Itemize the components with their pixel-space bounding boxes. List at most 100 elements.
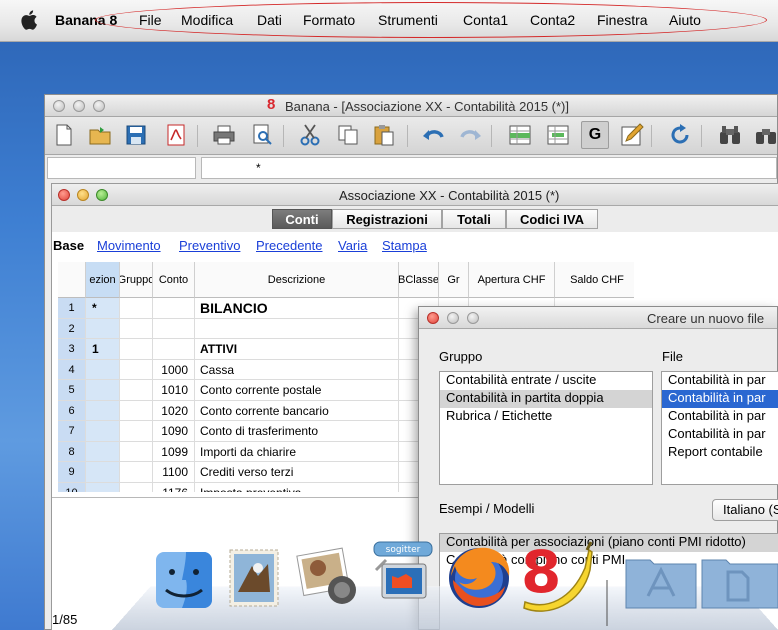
recalculate-icon[interactable]	[667, 122, 693, 148]
cell-desc[interactable]: Importi da chiarire	[195, 441, 399, 462]
view-precedente[interactable]: Precedente	[256, 238, 323, 253]
copy-icon[interactable]	[335, 122, 361, 148]
applications-folder-icon[interactable]	[624, 550, 698, 610]
tab-registrazioni[interactable]: Registrazioni	[332, 209, 442, 229]
column-header-conto[interactable]: Conto	[153, 262, 195, 298]
minimize-button[interactable]	[73, 100, 85, 112]
cell-sez[interactable]	[86, 462, 120, 483]
banana-icon[interactable]: 8	[515, 538, 593, 614]
gruppo-item[interactable]: Contabilità entrate / uscite	[440, 372, 652, 390]
cell-desc[interactable]: Conto corrente postale	[195, 380, 399, 401]
gruppo-list[interactable]: Contabilità entrate / uscite Contabilità…	[439, 371, 653, 485]
cell-sez[interactable]	[86, 441, 120, 462]
cell-gruppo[interactable]	[120, 441, 153, 462]
cell-desc[interactable]: Imposta preventiva	[195, 482, 399, 492]
finder-icon[interactable]	[152, 548, 216, 612]
cell-sez[interactable]: 1	[86, 339, 120, 360]
mail-icon[interactable]	[222, 546, 286, 610]
dialog-minimize-button[interactable]	[447, 312, 459, 324]
edit-pen-icon[interactable]	[619, 122, 645, 148]
file-item-selected[interactable]: Contabilità in par	[662, 390, 778, 408]
file-list[interactable]: Contabilità in par Contabilità in par Co…	[661, 371, 778, 485]
cell-gruppo[interactable]	[120, 462, 153, 483]
redo-icon[interactable]	[457, 122, 483, 148]
delete-row-icon[interactable]	[545, 122, 571, 148]
documents-folder-icon[interactable]	[700, 550, 778, 610]
column-header-descrizione[interactable]: Descrizione	[195, 262, 399, 298]
sogitter-icon[interactable]: sogitter	[368, 540, 440, 612]
pdf-icon[interactable]	[163, 122, 189, 148]
cell-conto[interactable]: 1100	[153, 462, 195, 483]
open-file-icon[interactable]	[87, 122, 113, 148]
dialog-close-button[interactable]	[427, 312, 439, 324]
cell-conto[interactable]: 1010	[153, 380, 195, 401]
doc-close-button[interactable]	[58, 189, 70, 201]
find-binoculars-icon[interactable]	[717, 122, 743, 148]
cell-desc[interactable]: Conto corrente bancario	[195, 400, 399, 421]
cell-conto[interactable]: 1099	[153, 441, 195, 462]
view-varia[interactable]: Varia	[338, 238, 367, 253]
cell-conto[interactable]	[153, 298, 195, 319]
new-file-icon[interactable]	[51, 122, 77, 148]
cell-sez[interactable]	[86, 380, 120, 401]
column-header-sezione[interactable]: ezion	[86, 262, 120, 298]
print-preview-icon[interactable]	[249, 122, 275, 148]
cell-conto[interactable]: 1020	[153, 400, 195, 421]
doc-zoom-button[interactable]	[96, 189, 108, 201]
view-stampa[interactable]: Stampa	[382, 238, 427, 253]
cell-gruppo[interactable]	[120, 298, 153, 319]
find-next-icon[interactable]	[753, 122, 778, 148]
cell-conto[interactable]: 1000	[153, 359, 195, 380]
iphoto-icon[interactable]	[292, 546, 364, 610]
tab-codici-iva[interactable]: Codici IVA	[506, 209, 598, 229]
doc-minimize-button[interactable]	[77, 189, 89, 201]
cell-gruppo[interactable]	[120, 359, 153, 380]
cell-gruppo[interactable]	[120, 482, 153, 492]
tab-conti[interactable]: Conti	[272, 209, 332, 229]
file-item[interactable]: Report contabile	[662, 444, 778, 462]
cell-edit-field[interactable]: *	[201, 157, 777, 179]
language-dropdown[interactable]: Italiano (S	[712, 499, 778, 521]
cell-conto[interactable]	[153, 318, 195, 339]
cell-sez[interactable]: *	[86, 298, 120, 319]
cell-gruppo[interactable]	[120, 380, 153, 401]
firefox-icon[interactable]	[443, 540, 515, 612]
cell-gruppo[interactable]	[120, 318, 153, 339]
cell-desc[interactable]: Conto di trasferimento	[195, 421, 399, 442]
cell-conto[interactable]: 1176	[153, 482, 195, 492]
cell-conto[interactable]: 1090	[153, 421, 195, 442]
column-header-gruppo[interactable]: Gruppo	[120, 262, 153, 298]
add-row-icon[interactable]	[507, 122, 533, 148]
column-header-apertura[interactable]: Apertura CHF	[469, 262, 555, 298]
file-item[interactable]: Contabilità in par	[662, 372, 778, 390]
cell-desc[interactable]	[195, 318, 399, 339]
cell-desc[interactable]: Cassa	[195, 359, 399, 380]
cell-sez[interactable]	[86, 359, 120, 380]
cell-desc[interactable]: ATTIVI	[195, 339, 399, 360]
column-header-saldo[interactable]: Saldo CHF	[555, 262, 634, 298]
g-button[interactable]: G	[581, 121, 609, 149]
tab-totali[interactable]: Totali	[442, 209, 506, 229]
column-header-bclasse[interactable]: BClasse	[399, 262, 439, 298]
cell-desc[interactable]: BILANCIO	[195, 298, 399, 319]
save-icon[interactable]	[123, 122, 149, 148]
cell-gruppo[interactable]	[120, 339, 153, 360]
cell-sez[interactable]	[86, 482, 120, 492]
cell-conto[interactable]	[153, 339, 195, 360]
close-button[interactable]	[53, 100, 65, 112]
print-icon[interactable]	[211, 122, 237, 148]
undo-icon[interactable]	[421, 122, 447, 148]
cut-icon[interactable]	[297, 122, 323, 148]
cell-gruppo[interactable]	[120, 400, 153, 421]
view-preventivo[interactable]: Preventivo	[179, 238, 240, 253]
file-item[interactable]: Contabilità in par	[662, 408, 778, 426]
cell-sez[interactable]	[86, 421, 120, 442]
gruppo-item[interactable]: Rubrica / Etichette	[440, 408, 652, 426]
dialog-zoom-button[interactable]	[467, 312, 479, 324]
zoom-button[interactable]	[93, 100, 105, 112]
file-item[interactable]: Contabilità in par	[662, 426, 778, 444]
cell-reference-field[interactable]	[47, 157, 196, 179]
column-header-gr[interactable]: Gr	[439, 262, 469, 298]
cell-desc[interactable]: Crediti verso terzi	[195, 462, 399, 483]
cell-gruppo[interactable]	[120, 421, 153, 442]
